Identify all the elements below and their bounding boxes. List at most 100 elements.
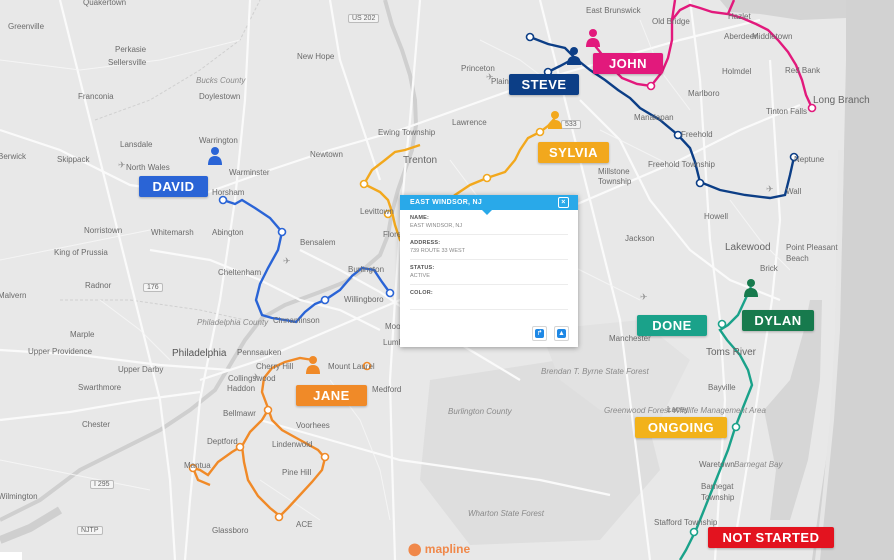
- place-label: Stafford Township: [654, 518, 718, 527]
- popup-title: EAST WINDSOR, NJ: [410, 199, 483, 206]
- place-label: Skippack: [57, 155, 90, 164]
- popup-field: STATUS: ACTIVE: [410, 260, 568, 285]
- place-label: Upper Darby: [118, 365, 164, 374]
- person-pin-icon-john[interactable]: [585, 28, 601, 48]
- place-label: Bensalem: [300, 238, 336, 247]
- place-label: Willingboro: [344, 295, 384, 304]
- popup-field: COLOR:: [410, 285, 568, 310]
- place-label: Waretown: [699, 460, 735, 469]
- place-label: Hazlet: [728, 12, 751, 21]
- place-label: Princeton: [461, 64, 495, 73]
- place-label: Barnegat Bay: [734, 460, 783, 469]
- place-label: Warminster: [229, 168, 270, 177]
- place-label: Lawrence: [452, 118, 487, 127]
- place-label: Perkasie: [115, 45, 147, 54]
- place-label: Red Bank: [785, 66, 821, 75]
- place-label: 533: [561, 120, 581, 129]
- place-label: Toms River: [706, 347, 757, 358]
- place-label: Barnegat: [701, 482, 734, 491]
- place-label: Wharton State Forest: [468, 509, 545, 518]
- rep-label-jane[interactable]: JANE: [296, 385, 367, 406]
- place-label: Upper Providence: [28, 347, 93, 356]
- person-pin-icon-dylan[interactable]: [743, 278, 759, 298]
- place-label: Franconia: [78, 92, 114, 101]
- place-label: Bayville: [708, 383, 736, 392]
- place-label: Millstone: [598, 167, 630, 176]
- place-label: King of Prussia: [54, 248, 108, 257]
- person-pin-icon-steve[interactable]: [566, 46, 582, 66]
- status-label-not-started[interactable]: NOT STARTED: [708, 527, 834, 548]
- close-icon[interactable]: ×: [558, 197, 569, 208]
- place-label: Cherry Hill: [256, 362, 294, 371]
- place-label: Chester: [82, 420, 111, 429]
- place-label: Freehold Township: [648, 160, 716, 169]
- popup-field: ADDRESS: 739 ROUTE 33 WEST: [410, 235, 568, 260]
- place-label: US 202: [348, 14, 380, 23]
- place-label: Mantua: [184, 461, 211, 470]
- rep-label-john[interactable]: JOHN: [593, 53, 663, 74]
- place-label: Glassboro: [212, 526, 249, 535]
- place-label: Bucks County: [196, 76, 246, 85]
- place-label: North Wales: [126, 163, 170, 172]
- place-label: Marlboro: [688, 89, 720, 98]
- place-label: Warrington: [199, 136, 238, 145]
- person-pin-icon-david[interactable]: [207, 146, 223, 166]
- place-label: Lakewood: [725, 242, 771, 253]
- rep-label-dylan[interactable]: DYLAN: [742, 310, 814, 331]
- place-label: Pennsauken: [237, 348, 282, 357]
- place-label: East Brunswick: [586, 6, 641, 15]
- directions-icon: ↱: [535, 329, 544, 338]
- place-label: Greenville: [8, 22, 45, 31]
- popup-field-value: ACTIVE: [410, 273, 430, 279]
- status-label-done[interactable]: DONE: [637, 315, 707, 336]
- place-label: Manalapan: [634, 113, 674, 122]
- place-label: Levittown: [360, 207, 394, 216]
- place-label: Township: [701, 493, 735, 502]
- svg-text:✈: ✈: [283, 257, 291, 267]
- place-label: Newtown: [310, 150, 343, 159]
- brand-name: mapline: [424, 542, 471, 556]
- place-label: Medford: [372, 385, 402, 394]
- navigate-icon: ▲: [557, 329, 566, 338]
- place-label: Burlington County: [448, 407, 512, 416]
- place-label: Wilmington: [0, 492, 38, 501]
- popup-header: EAST WINDSOR, NJ ×: [400, 195, 578, 215]
- rep-label-sylvia[interactable]: SYLVIA: [538, 142, 609, 163]
- popup-field-value: [410, 298, 568, 304]
- place-label: Mount Laurel: [328, 362, 375, 371]
- place-label: Philadelphia: [172, 348, 227, 359]
- rep-label-steve[interactable]: STEVE: [509, 74, 579, 95]
- person-pin-icon-jane[interactable]: [305, 355, 321, 375]
- status-label-ongoing[interactable]: ONGOING: [635, 417, 727, 438]
- place-label: Whitemarsh: [151, 228, 194, 237]
- place-label: Long Branch: [813, 95, 870, 106]
- place-label: New Hope: [297, 52, 335, 61]
- place-label: ACE: [296, 520, 313, 529]
- popup-field-key: NAME:: [410, 215, 430, 221]
- place-label: Deptford: [207, 437, 238, 446]
- place-label: Trenton: [403, 155, 438, 166]
- location-info-popup[interactable]: EAST WINDSOR, NJ × NAME: EAST WINDSOR, NJ…: [400, 195, 578, 347]
- place-label: Lansdale: [120, 140, 153, 149]
- place-label: Malvern: [0, 291, 27, 300]
- place-label: Wall: [786, 187, 802, 196]
- place-label: Swarthmore: [78, 383, 122, 392]
- place-label: I 295: [90, 480, 114, 489]
- navigate-button[interactable]: ▲: [554, 326, 569, 341]
- person-pin-icon-sylvia[interactable]: [547, 110, 563, 130]
- directions-button[interactable]: ↱: [532, 326, 547, 341]
- popup-field-value: 739 ROUTE 33 WEST: [410, 248, 466, 254]
- place-label: Marple: [70, 330, 95, 339]
- place-label: Haddon: [227, 384, 256, 393]
- place-label: Greenwood Forest Wildlife Management Are…: [604, 406, 766, 415]
- place-label: Holmdel: [722, 67, 752, 76]
- place-label: Middletown: [752, 32, 793, 41]
- place-label: Old Bridge: [652, 17, 690, 26]
- svg-text:✈: ✈: [118, 161, 126, 171]
- place-label: Jackson: [625, 234, 655, 243]
- place-label: Point Pleasant: [786, 243, 838, 252]
- place-label: Norristown: [84, 226, 123, 235]
- place-label: Burlington: [348, 265, 385, 274]
- rep-label-david[interactable]: DAVID: [139, 176, 208, 197]
- place-label: Howell: [704, 212, 729, 221]
